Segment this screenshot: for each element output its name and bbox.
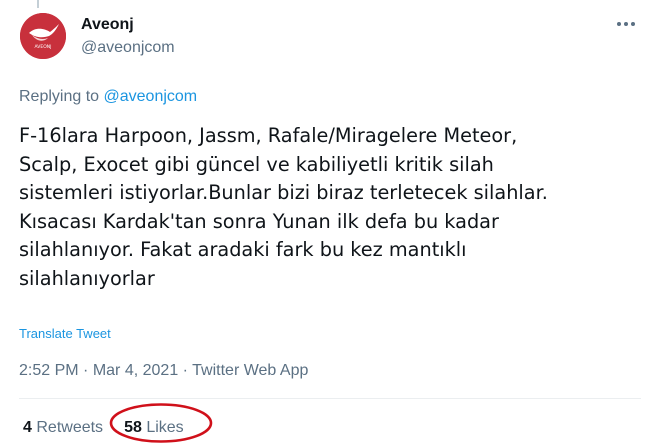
tweet-time[interactable]: 2:52 PM <box>19 362 79 379</box>
tweet-metadata: 2:52 PM · Mar 4, 2021 · Twitter Web App <box>19 362 308 380</box>
avatar-logo-text: AVEONJ <box>35 44 52 50</box>
translate-tweet-link[interactable]: Translate Tweet <box>19 326 111 341</box>
meta-separator: · <box>182 362 188 379</box>
retweets-label: Retweets <box>36 419 104 436</box>
tweet-text: F-16lara Harpoon, Jassm, Rafale/Miragele… <box>19 122 641 293</box>
retweets-count: 4 <box>23 419 32 436</box>
divider <box>19 398 641 399</box>
tweet-text-line: silahlanıyor. Fakat aradaki fark bu kez … <box>19 238 467 261</box>
highlight-ellipse <box>109 403 213 443</box>
thread-connector-line <box>37 0 39 8</box>
more-horizontal-icon[interactable] <box>614 15 638 33</box>
replying-to-link[interactable]: @aveonjcom <box>104 88 198 105</box>
tweet-text-line: Kısacası Kardak'tan sonra Yunan ilk defa… <box>19 209 499 233</box>
tweet-source[interactable]: Twitter Web App <box>192 362 308 379</box>
tweet-text-line: sistemleri istiyorlar.Bunlar bizi biraz … <box>19 181 548 204</box>
author-handle[interactable]: @aveonjcom <box>81 39 175 57</box>
replying-to: Replying to @aveonjcom <box>19 88 197 106</box>
avatar[interactable]: AVEONJ <box>20 13 66 59</box>
tweet-date[interactable]: Mar 4, 2021 <box>93 362 178 379</box>
author-display-name[interactable]: Aveonj <box>81 16 134 34</box>
replying-to-prefix: Replying to <box>19 88 100 105</box>
tweet-text-line: F-16lara Harpoon, Jassm, Rafale/Miragele… <box>19 124 518 147</box>
tweet-text-line: silahlanıyorlar <box>19 266 155 290</box>
tweet-text-line: Scalp, Exocet gibi güncel ve kabiliyetli… <box>19 152 494 176</box>
highlight-ellipse-stroke <box>109 403 213 443</box>
meta-separator: · <box>83 362 89 379</box>
bird-logo-icon: AVEONJ <box>20 13 66 59</box>
retweets-stat[interactable]: 4 Retweets <box>23 419 103 436</box>
